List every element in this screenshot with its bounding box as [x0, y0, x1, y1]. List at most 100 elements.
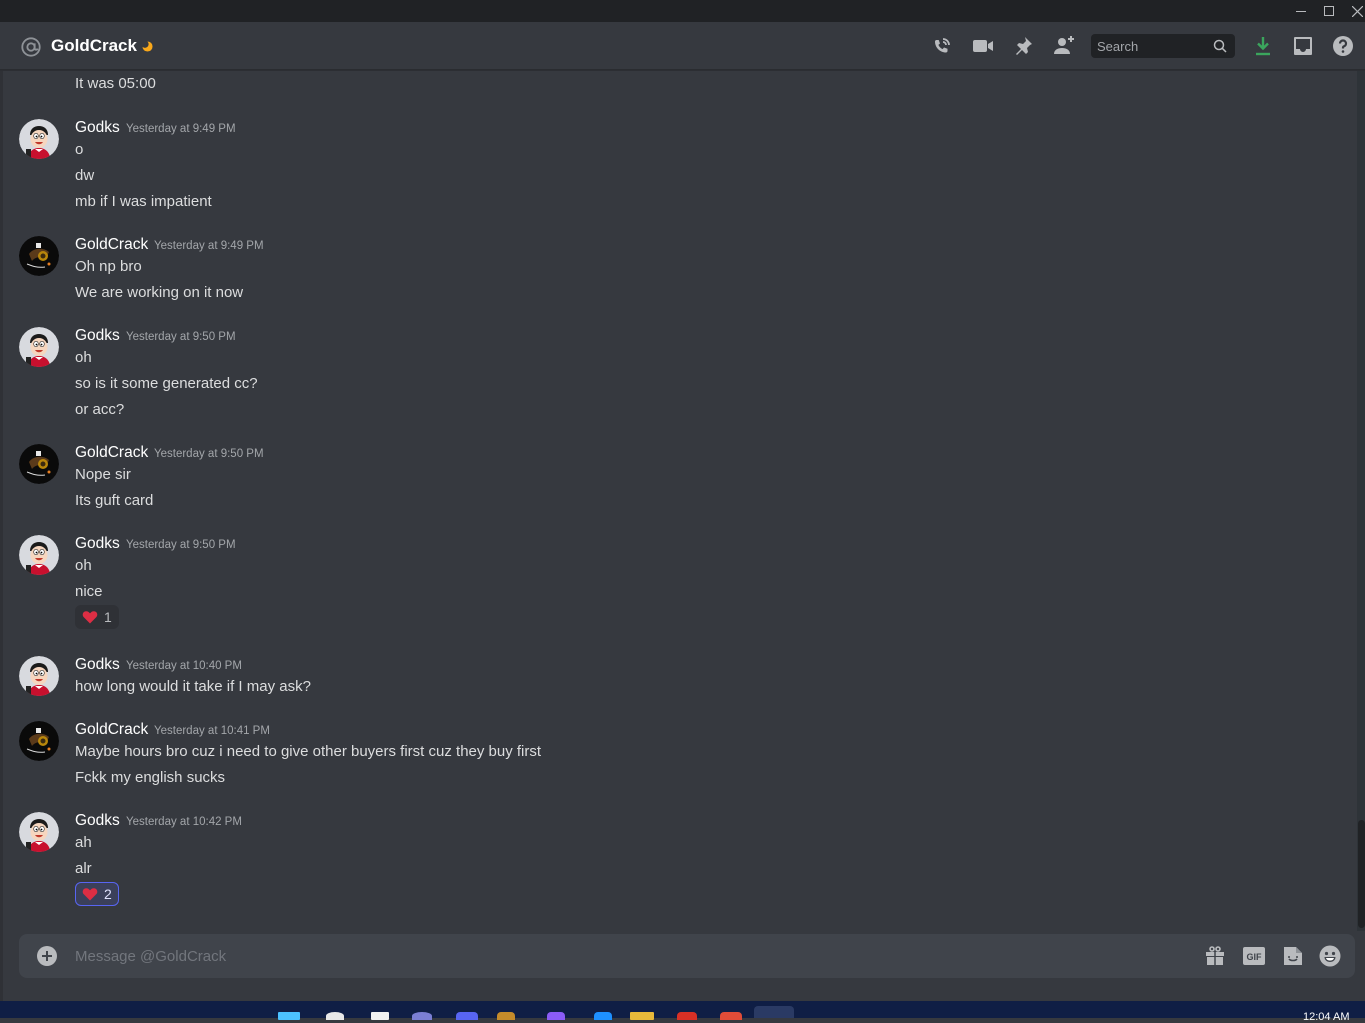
avatar[interactable]: [19, 812, 59, 852]
minimize-button[interactable]: [1287, 0, 1315, 22]
app-taskbar-icon[interactable]: [497, 1012, 515, 1020]
message-composer: GIF: [19, 934, 1355, 978]
heart-emoji-icon: [82, 888, 98, 901]
chrome-icon[interactable]: [677, 1012, 697, 1020]
inbox-icon: [1294, 37, 1312, 55]
idle-status-icon: [142, 41, 153, 52]
minimize-icon: [1296, 10, 1306, 12]
message-line: oh: [75, 349, 92, 366]
sticker-icon: [1284, 947, 1302, 965]
close-button[interactable]: [1343, 0, 1365, 22]
message-line: Nope sir: [75, 466, 131, 483]
pin-icon: [1016, 37, 1032, 55]
start-menu-icon[interactable]: [278, 1012, 300, 1020]
gift-icon: [1206, 946, 1224, 965]
sticker-picker-button[interactable]: [1281, 944, 1305, 968]
message-list: It was 05:00 Godks Yesterday at 9:49 PM o d…: [0, 71, 1358, 931]
pinned-messages-button[interactable]: [1011, 34, 1035, 58]
message-timestamp: Yesterday at 10:42 PM: [126, 816, 242, 828]
message-author[interactable]: Godks: [75, 119, 120, 137]
avatar[interactable]: [19, 444, 59, 484]
message-timestamp: Yesterday at 9:50 PM: [154, 448, 264, 460]
message-line: ah: [75, 834, 92, 851]
reaction-button[interactable]: 2: [75, 882, 119, 906]
message-author[interactable]: GoldCrack: [75, 444, 148, 462]
add-friends-to-dm-button[interactable]: [1052, 34, 1076, 58]
message-line: We are working on it now: [75, 284, 244, 301]
message-line: so is it some generated cc?: [75, 375, 258, 392]
send-gift-button[interactable]: [1203, 944, 1227, 968]
inbox-button[interactable]: [1291, 34, 1315, 58]
message-author[interactable]: GoldCrack: [75, 236, 148, 254]
message-line: It was 05:00: [75, 75, 156, 92]
avatar[interactable]: [19, 535, 59, 575]
help-button[interactable]: [1331, 34, 1355, 58]
close-icon: [1351, 5, 1363, 17]
godks-avatar-image: [19, 327, 59, 367]
active-app-icon[interactable]: [754, 1006, 794, 1018]
message-line: Its guft card: [75, 492, 154, 509]
avatar[interactable]: [19, 119, 59, 159]
heart-emoji-icon: [82, 611, 98, 624]
search-input[interactable]: [1091, 34, 1211, 58]
message-line: Fckk my english sucks: [75, 769, 226, 786]
scrollbar-thumb[interactable]: [1358, 820, 1365, 928]
avatar[interactable]: [19, 721, 59, 761]
teams-chat-icon[interactable]: [412, 1012, 432, 1020]
app-taskbar-icon[interactable]: [594, 1012, 612, 1020]
video-camera-icon: [973, 40, 993, 52]
message-timestamp: Yesterday at 9:49 PM: [126, 123, 236, 135]
help-icon: [1333, 36, 1353, 56]
message-author[interactable]: Godks: [75, 535, 120, 553]
file-explorer-icon[interactable]: [630, 1012, 654, 1020]
message-line: Oh np bro: [75, 258, 142, 275]
message-line: nice: [75, 583, 103, 600]
task-view-icon[interactable]: [371, 1012, 389, 1020]
message-line: how long would it take if I may ask?: [75, 678, 311, 695]
godks-avatar-image: [19, 119, 59, 159]
message-author[interactable]: Godks: [75, 812, 120, 830]
phone-call-icon: [935, 38, 950, 53]
godks-avatar-image: [19, 535, 59, 575]
add-user-icon: [1054, 36, 1074, 54]
upload-plus-icon[interactable]: [37, 946, 57, 966]
search-box[interactable]: [1091, 34, 1235, 58]
download-icon: [1256, 37, 1270, 56]
reaction-count: 1: [104, 609, 112, 625]
message-timestamp: Yesterday at 9:49 PM: [154, 240, 264, 252]
gif-icon: GIF: [1243, 947, 1265, 965]
at-icon: [21, 37, 41, 57]
message-author[interactable]: GoldCrack: [75, 721, 148, 739]
gif-picker-button[interactable]: GIF: [1242, 944, 1266, 968]
download-apps-button[interactable]: [1251, 34, 1275, 58]
os-taskbar: 12:04 AM: [0, 1001, 1365, 1023]
dm-recipient-name[interactable]: GoldCrack: [51, 36, 137, 56]
window-titlebar: [0, 0, 1365, 22]
reaction-button[interactable]: 1: [75, 605, 119, 629]
maximize-icon: [1324, 6, 1334, 16]
message-timestamp: Yesterday at 10:40 PM: [126, 660, 242, 672]
start-voice-call-button[interactable]: [930, 34, 954, 58]
discord-taskbar-icon[interactable]: [456, 1012, 478, 1020]
svg-text:GIF: GIF: [1247, 952, 1263, 962]
search-taskbar-icon[interactable]: [326, 1012, 344, 1020]
message-author[interactable]: Godks: [75, 327, 120, 345]
message-line: oh: [75, 557, 92, 574]
start-video-call-button[interactable]: [971, 34, 995, 58]
avatar[interactable]: [19, 327, 59, 367]
goldcrack-avatar-image: [19, 444, 59, 484]
scrollbar-track[interactable]: [1357, 71, 1365, 931]
app-taskbar-icon[interactable]: [547, 1012, 565, 1020]
avatar[interactable]: [19, 236, 59, 276]
search-icon: [1213, 39, 1227, 53]
browser-icon[interactable]: [720, 1012, 742, 1020]
message-author[interactable]: Godks: [75, 656, 120, 674]
message-input[interactable]: [75, 934, 1175, 978]
godks-avatar-image: [19, 656, 59, 696]
maximize-button[interactable]: [1315, 0, 1343, 22]
message-line: Maybe hours bro cuz i need to give other…: [75, 743, 542, 760]
message-line: mb if I was impatient: [75, 193, 212, 210]
avatar[interactable]: [19, 656, 59, 696]
emoji-picker-button[interactable]: [1318, 944, 1342, 968]
system-clock: 12:04 AM: [1303, 1011, 1350, 1023]
